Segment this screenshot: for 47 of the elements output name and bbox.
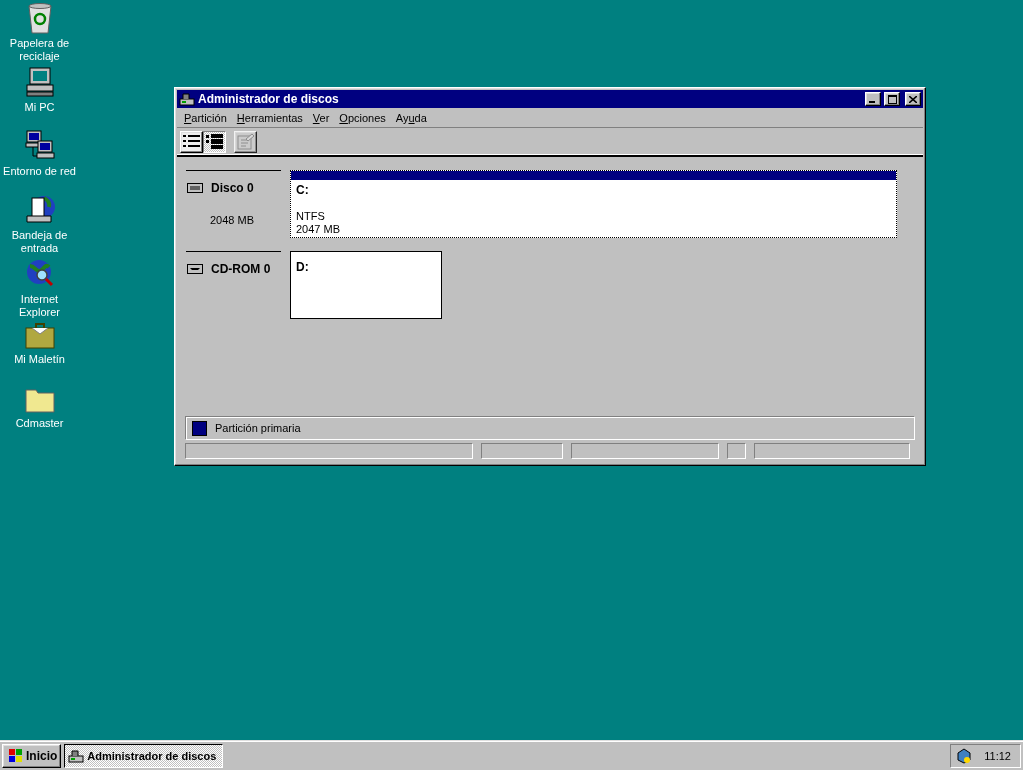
briefcase-icon [23,322,56,350]
app-icon [68,748,85,763]
taskbar-button[interactable]: Administrador de discos [64,743,224,768]
clock: 11:12 [984,749,1011,762]
menu-item[interactable]: Herramientas [231,111,308,124]
desktop-icon-label[interactable]: Entorno de red [1,165,78,178]
desktop-icon-label[interactable]: Bandeja de entrada [1,229,78,255]
drive-letter: C: [296,183,310,197]
desktop-icon-label[interactable]: Mi PC [1,101,78,114]
disk-size: 2048 MB [209,214,256,226]
close-icon [909,95,917,103]
window-title: Administrador de discos [198,92,340,106]
menu-item[interactable]: Opciones [334,111,391,124]
inbox-tray-icon [23,194,56,226]
properties-icon [236,133,255,150]
file-system: NTFS [296,210,326,223]
minimize-button[interactable] [865,92,881,106]
cd-drive-icon [187,264,203,274]
partition-size: 2047 MB [296,223,342,236]
partition-block[interactable]: C: NTFS 2047 MB [290,170,897,238]
close-button[interactable] [905,92,921,106]
maximize-icon [887,94,897,104]
windows-logo-icon [6,748,24,763]
menu-item[interactable]: Partición [179,111,232,124]
legend-label: Partición primaria [215,422,301,434]
menu-item[interactable]: Ver [307,111,335,124]
disk-layout-icon [206,134,223,149]
desktop-icon-label[interactable]: Cdmaster [1,417,78,430]
toolbar-button[interactable] [203,130,226,153]
app-icon [179,92,195,106]
maximize-button[interactable] [884,92,900,106]
status-panel [727,443,746,459]
desktop-icon-label[interactable]: Mi Maletín [1,353,78,366]
tray-app-icon[interactable] [956,747,973,764]
folder-icon [23,386,56,414]
network-computers-icon [23,130,56,162]
desktop-icon-label[interactable]: Papelera de reciclaje [1,37,78,63]
drive-letter: D: [296,260,310,274]
start-button[interactable]: Inicio [2,743,62,768]
menu-item[interactable]: Ayuda [390,111,432,124]
partition-block[interactable]: D: [290,251,442,319]
computer-icon [23,66,56,98]
list-icon [183,134,200,149]
hard-disk-icon [187,183,203,193]
disk-name: CD-ROM 0 [211,262,271,276]
desktop-icon-label[interactable]: Internet Explorer [1,293,78,319]
disk-name: Disco 0 [211,181,254,195]
